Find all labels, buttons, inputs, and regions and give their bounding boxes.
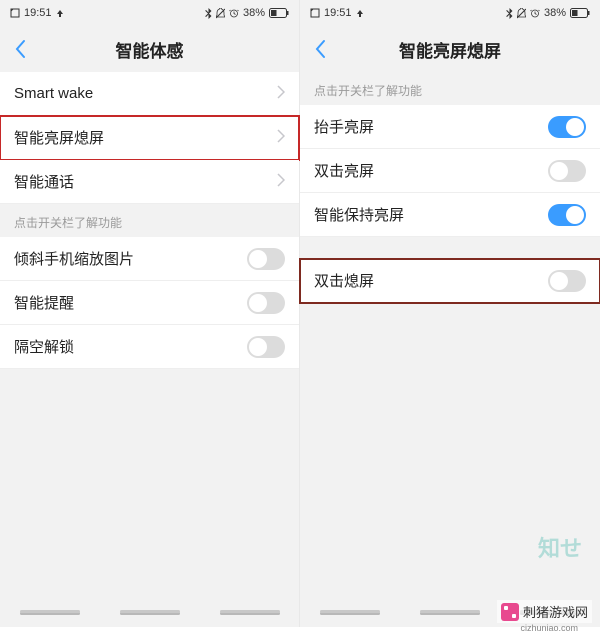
chevron-right-icon (277, 173, 285, 191)
page-title: 智能体感 (0, 37, 299, 62)
dnd-icon (216, 8, 225, 19)
gesture-segment (420, 610, 480, 613)
bluetooth-icon (506, 8, 513, 19)
watermark: 知せ (538, 531, 582, 563)
back-button[interactable] (314, 39, 326, 59)
status-time: 19:51 (324, 7, 352, 19)
toggle-double-tap-off[interactable] (548, 270, 586, 292)
battery-pct: 38% (243, 7, 265, 19)
brand-icon (501, 603, 519, 621)
nav-header: 智能亮屏熄屏 (300, 26, 600, 72)
row-label: 智能亮屏熄屏 (14, 127, 277, 148)
gesture-segment (220, 610, 280, 613)
gesture-segment (20, 610, 80, 613)
toggle-raise-wake[interactable] (548, 116, 586, 138)
alarm-icon (229, 8, 239, 18)
nav-header: 智能体感 (0, 26, 299, 72)
section-hint: 点击开关栏了解功能 (300, 72, 600, 105)
back-button[interactable] (14, 39, 26, 59)
brand-watermark: 刺猪游戏网 cizhuniao.com (497, 600, 592, 623)
row-smart-remind[interactable]: 智能提醒 (0, 281, 299, 325)
sim-icon (310, 8, 320, 18)
brand-name: 刺猪游戏网 (523, 602, 588, 621)
bluetooth-icon (205, 8, 212, 19)
screen-left: 19:51 38% 智能体感 Smart wake 智能亮屏熄屏 (0, 0, 300, 627)
status-time: 19:51 (24, 7, 52, 19)
row-label: 智能提醒 (14, 292, 247, 313)
page-title: 智能亮屏熄屏 (300, 37, 600, 62)
battery-pct: 38% (544, 7, 566, 19)
toggle-smart-remind[interactable] (247, 292, 285, 314)
row-air-unlock[interactable]: 隔空解锁 (0, 325, 299, 369)
arrow-up-icon (56, 9, 64, 17)
arrow-up-icon (356, 9, 364, 17)
row-label: 双击熄屏 (314, 270, 548, 291)
row-double-tap-wake[interactable]: 双击亮屏 (300, 149, 600, 193)
toggle-tilt-zoom[interactable] (247, 248, 285, 270)
row-label: 抬手亮屏 (314, 116, 548, 137)
row-smart-screen[interactable]: 智能亮屏熄屏 (0, 116, 299, 160)
alarm-icon (530, 8, 540, 18)
row-smart-keep-on[interactable]: 智能保持亮屏 (300, 193, 600, 237)
row-double-tap-off[interactable]: 双击熄屏 (300, 259, 600, 303)
toggle-air-unlock[interactable] (247, 336, 285, 358)
chevron-right-icon (277, 129, 285, 147)
gesture-segment (320, 610, 380, 613)
row-label: 双击亮屏 (314, 160, 548, 181)
sim-icon (10, 8, 20, 18)
row-smart-wake[interactable]: Smart wake (0, 72, 299, 116)
gesture-segment (120, 610, 180, 613)
toggle-double-tap-wake[interactable] (548, 160, 586, 182)
row-label: 隔空解锁 (14, 336, 247, 357)
battery-icon (269, 8, 289, 18)
screen-right: 19:51 38% 智能亮屏熄屏 点击开关栏了解功能 抬手亮屏 双击亮屏 (300, 0, 600, 627)
battery-icon (570, 8, 590, 18)
row-label: 倾斜手机缩放图片 (14, 248, 247, 269)
gesture-bar (0, 610, 299, 613)
row-label: Smart wake (14, 85, 277, 102)
brand-domain: cizhuniao.com (520, 623, 578, 633)
row-label: 智能通话 (14, 171, 277, 192)
status-bar: 19:51 38% (0, 0, 299, 26)
status-bar: 19:51 38% (300, 0, 600, 26)
toggle-smart-keep-on[interactable] (548, 204, 586, 226)
row-tilt-zoom[interactable]: 倾斜手机缩放图片 (0, 237, 299, 281)
dnd-icon (517, 8, 526, 19)
row-smart-call[interactable]: 智能通话 (0, 160, 299, 204)
section-hint: 点击开关栏了解功能 (0, 204, 299, 237)
row-raise-wake[interactable]: 抬手亮屏 (300, 105, 600, 149)
chevron-right-icon (277, 85, 285, 103)
row-label: 智能保持亮屏 (314, 204, 548, 225)
